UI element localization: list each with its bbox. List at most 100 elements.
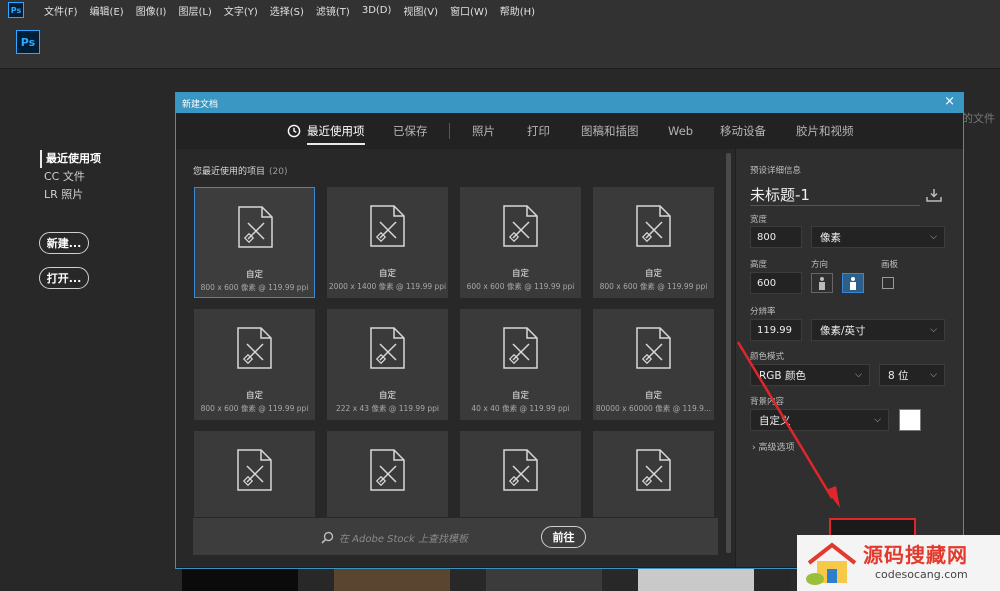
preset-card[interactable]: 自定 600 x 600 像素 @ 119.99 ppi [460,187,581,298]
stock-go-button[interactable]: 前往 [541,526,586,548]
background-thumbnail[interactable] [486,569,602,591]
tab-web[interactable]: Web [668,113,693,149]
width-label: 宽度 [750,215,768,225]
tab-saved[interactable]: 已保存 [393,113,428,149]
portrait-orientation-button[interactable] [811,273,833,293]
stock-search-bar: 在 Adobe Stock 上查找模板 前往 [193,518,718,555]
document-icon [236,448,274,496]
preset-card-desc: 2000 x 1400 像素 @ 119.99 ppi [328,282,447,291]
house-logo-icon [805,541,859,591]
preset-card[interactable] [194,431,315,517]
height-input[interactable]: 600 [750,272,802,294]
menu-help[interactable]: 帮助(H) [500,3,535,18]
background-color-swatch[interactable] [899,409,921,431]
document-icon [635,326,673,374]
document-icon [236,326,274,374]
preset-card-name: 自定 [644,391,662,401]
preset-card[interactable] [327,431,448,517]
document-icon [502,204,540,252]
preset-card-name: 自定 [511,269,529,279]
start-nav: 最近使用项 CC 文件 LR 照片 [40,150,101,204]
menu-window[interactable]: 窗口(W) [450,3,488,18]
preset-card-name: 自定 [245,270,263,280]
watermark-title: 源码搜藏网 [863,543,968,567]
preset-card-desc: 800 x 600 像素 @ 119.99 ppi [200,283,309,292]
ps-menu-logo: Ps [8,2,24,18]
save-preset-icon[interactable] [926,187,942,206]
resolution-unit-select[interactable]: 像素/英寸 ⌵ [811,319,945,341]
stock-search-input[interactable]: 在 Adobe Stock 上查找模板 [339,530,468,545]
chevron-down-icon: ⌵ [930,232,937,242]
preset-details-heading: 预设详细信息 [750,166,802,176]
tab-art-illustration[interactable]: 图稿和插图 [581,113,639,149]
new-button[interactable]: 新建... [39,232,89,254]
document-icon [502,448,540,496]
tab-mobile[interactable]: 移动设备 [720,113,766,149]
preset-card[interactable] [460,431,581,517]
start-nav-cc-files[interactable]: CC 文件 [40,168,101,186]
dialog-titlebar: 新建文档 × [176,93,963,113]
menu-bar: Ps 文件(F) 编辑(E) 图像(I) 图层(L) 文字(Y) 选择(S) 滤… [0,0,1000,20]
document-icon [369,204,407,252]
tab-film-video[interactable]: 胶片和视频 [796,113,854,149]
menu-edit[interactable]: 编辑(E) [90,3,124,18]
start-nav-lr-photos[interactable]: LR 照片 [40,186,101,204]
artboard-label: 画板 [881,260,899,270]
document-icon [635,204,673,252]
search-icon [321,529,334,548]
menu-type[interactable]: 文字(Y) [224,3,258,18]
preset-card-desc: 40 x 40 像素 @ 119.99 ppi [471,404,570,413]
document-name-input[interactable]: 未标题-1 [750,184,810,205]
preset-card-desc: 80000 x 60000 像素 @ 119.9... [595,404,712,413]
background-hint-text: 的文件 [962,112,995,125]
background-thumbnail[interactable] [638,569,754,591]
preset-card-desc: 222 x 43 像素 @ 119.99 ppi [336,404,439,413]
width-input[interactable]: 800 [750,226,802,248]
document-icon [369,448,407,496]
menu-filter[interactable]: 滤镜(T) [316,3,350,18]
recent-items-label: 您最近使用的项目 (20) [193,164,288,177]
watermark: 源码搜藏网 codesocang.com [797,535,1000,591]
tab-photo[interactable]: 照片 [472,113,495,149]
app-bar [0,20,1000,69]
clock-icon [287,123,301,142]
recent-items-count: (20) [269,167,288,177]
annotation-arrow [736,341,840,508]
resolution-input[interactable]: 119.99 [750,319,802,341]
preset-card[interactable]: 自定 800 x 600 像素 @ 119.99 ppi [194,187,315,298]
preset-card[interactable]: 自定 2000 x 1400 像素 @ 119.99 ppi [327,187,448,298]
menu-layer[interactable]: 图层(L) [178,3,211,18]
start-nav-recent[interactable]: 最近使用项 [40,150,101,168]
menu-file[interactable]: 文件(F) [44,3,78,18]
close-icon[interactable]: × [944,95,955,109]
width-unit-value: 像素 [820,231,841,244]
tab-print[interactable]: 打印 [527,113,550,149]
artboard-checkbox[interactable] [882,277,894,289]
background-thumbnail[interactable] [334,569,450,591]
presets-scrollbar[interactable] [726,153,731,553]
tab-recent[interactable]: 最近使用项 [307,113,365,149]
preset-card[interactable]: 自定 222 x 43 像素 @ 119.99 ppi [327,309,448,420]
width-unit-select[interactable]: 像素 ⌵ [811,226,945,248]
preset-card[interactable] [593,431,714,517]
chevron-down-icon: ⌵ [874,415,881,425]
watermark-url: codesocang.com [875,568,968,581]
open-button[interactable]: 打开... [39,267,89,289]
preset-card[interactable]: 自定 800 x 600 像素 @ 119.99 ppi [194,309,315,420]
menu-view[interactable]: 视图(V) [403,3,438,18]
bit-depth-select[interactable]: 8 位 ⌵ [879,364,945,386]
menu-3d[interactable]: 3D(D) [362,5,392,16]
menu-image[interactable]: 图像(I) [136,3,167,18]
menu-select[interactable]: 选择(S) [270,3,304,18]
resolution-label: 分辨率 [750,307,776,317]
ps-logo: Ps [16,30,40,54]
preset-card[interactable]: 自定 40 x 40 像素 @ 119.99 ppi [460,309,581,420]
landscape-orientation-button[interactable] [842,273,864,293]
preset-card-name: 自定 [644,269,662,279]
chevron-down-icon: ⌵ [930,325,937,335]
preset-card[interactable]: 自定 80000 x 60000 像素 @ 119.9... [593,309,714,420]
background-thumbnail[interactable] [182,569,298,591]
preset-card-desc: 800 x 600 像素 @ 119.99 ppi [599,282,708,291]
chevron-down-icon: ⌵ [930,370,937,380]
preset-card[interactable]: 自定 800 x 600 像素 @ 119.99 ppi [593,187,714,298]
